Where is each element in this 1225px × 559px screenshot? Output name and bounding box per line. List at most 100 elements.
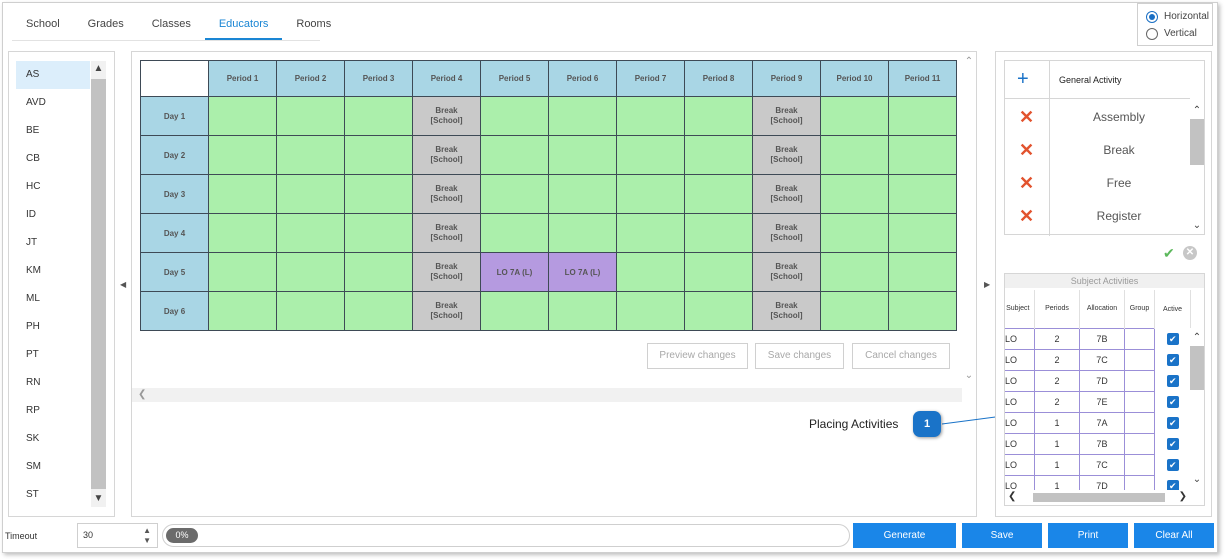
break-cell[interactable]: Break [School] [412, 252, 481, 292]
scroll-right-icon[interactable]: ❯ [1179, 491, 1187, 502]
empty-slot[interactable] [888, 174, 957, 214]
educator-item[interactable]: ST [16, 481, 90, 509]
clear-all-button[interactable]: Clear All [1134, 523, 1214, 548]
empty-slot[interactable] [820, 291, 889, 331]
tab-grades[interactable]: Grades [74, 8, 138, 40]
educator-item[interactable]: BE [16, 117, 90, 145]
empty-slot[interactable] [616, 96, 685, 136]
educator-item[interactable]: RP [16, 397, 90, 425]
table-row[interactable]: LO 2 7B ✔ [1005, 327, 1191, 350]
column-header[interactable]: Subject [1005, 290, 1035, 328]
break-cell[interactable]: Break [School] [412, 213, 481, 253]
empty-slot[interactable] [344, 291, 413, 331]
save-changes-button[interactable]: Save changes [755, 343, 844, 369]
educator-item[interactable]: HC [16, 173, 90, 201]
column-header[interactable]: Allocation [1079, 290, 1125, 328]
educator-item[interactable]: RN [16, 369, 90, 397]
scroll-down-icon[interactable]: ⌄ [1190, 474, 1204, 486]
empty-slot[interactable] [276, 252, 345, 292]
general-activity-item[interactable]: ✕ Assembly [1005, 101, 1190, 134]
empty-slot[interactable] [820, 96, 889, 136]
confirm-check-icon[interactable]: ✔ [1163, 245, 1175, 262]
educator-scroll-thumb[interactable] [91, 79, 106, 489]
empty-slot[interactable] [616, 213, 685, 253]
remove-activity-icon[interactable]: ✕ [1019, 140, 1034, 160]
break-cell[interactable]: Break [School] [752, 252, 821, 292]
empty-slot[interactable] [480, 213, 549, 253]
print-button[interactable]: Print [1048, 523, 1128, 548]
collapse-left-icon[interactable]: ◀ [120, 280, 126, 289]
empty-slot[interactable] [208, 252, 277, 292]
empty-slot[interactable] [684, 252, 753, 292]
empty-slot[interactable] [480, 96, 549, 136]
timeout-stepper[interactable]: 30 ▲ ▼ [77, 523, 158, 548]
break-cell[interactable]: Break [School] [752, 213, 821, 253]
scroll-up-icon[interactable]: ⌃ [1190, 332, 1204, 344]
empty-slot[interactable] [820, 213, 889, 253]
empty-slot[interactable] [684, 213, 753, 253]
empty-slot[interactable] [480, 291, 549, 331]
remove-activity-icon[interactable]: ✕ [1019, 173, 1034, 193]
empty-slot[interactable] [208, 174, 277, 214]
orientation-vertical[interactable]: Vertical [1146, 25, 1212, 42]
empty-slot[interactable] [888, 252, 957, 292]
empty-slot[interactable] [208, 96, 277, 136]
empty-slot[interactable] [276, 174, 345, 214]
collapse-right-icon[interactable]: ▶ [984, 280, 990, 289]
empty-slot[interactable] [548, 135, 617, 175]
save-button[interactable]: Save [962, 523, 1042, 548]
table-row[interactable]: LO 2 7D ✔ [1005, 369, 1191, 392]
sa-hscrollbar[interactable]: ❮ ❯ [1005, 490, 1190, 505]
stepper-down-icon[interactable]: ▼ [143, 536, 151, 545]
educator-item[interactable]: PH [16, 313, 90, 341]
preview-changes-button[interactable]: Preview changes [647, 343, 748, 369]
general-activity-item[interactable]: ✕ Break [1005, 134, 1190, 167]
empty-slot[interactable] [548, 291, 617, 331]
educator-item[interactable]: CB [16, 145, 90, 173]
scroll-up-icon[interactable]: ⌃ [962, 56, 976, 68]
generate-button[interactable]: Generate [853, 523, 956, 548]
empty-slot[interactable] [820, 135, 889, 175]
active-checkbox[interactable]: ✔ [1166, 395, 1179, 408]
scroll-down-icon[interactable]: ▼ [91, 493, 106, 505]
ga-scroll-thumb[interactable] [1190, 119, 1204, 165]
activity-cell[interactable]: LO 7A (L) [480, 252, 549, 292]
scroll-down-icon[interactable]: ⌄ [962, 370, 976, 382]
radio-vertical[interactable] [1146, 27, 1158, 40]
empty-slot[interactable] [888, 213, 957, 253]
active-checkbox[interactable]: ✔ [1166, 437, 1179, 450]
educator-item[interactable]: AVD [16, 89, 90, 117]
general-activity-item[interactable]: ✕ Register [1005, 200, 1190, 233]
empty-slot[interactable] [820, 252, 889, 292]
empty-slot[interactable] [208, 213, 277, 253]
scroll-left-icon[interactable]: ❮ [138, 389, 146, 400]
timetable-vscrollbar[interactable]: ⌃ ⌄ [962, 52, 976, 388]
empty-slot[interactable] [276, 291, 345, 331]
break-cell[interactable]: Break [School] [412, 96, 481, 136]
break-cell[interactable]: Break [School] [412, 174, 481, 214]
educator-item[interactable]: JT [16, 229, 90, 257]
empty-slot[interactable] [684, 291, 753, 331]
educator-scrollbar[interactable]: ▲ ▼ [91, 61, 106, 507]
remove-activity-icon[interactable]: ✕ [1019, 107, 1034, 127]
table-row[interactable]: LO 2 7E ✔ [1005, 390, 1191, 413]
column-header[interactable]: Active [1154, 290, 1191, 328]
table-row[interactable]: LO 2 7C ✔ [1005, 348, 1191, 371]
scroll-up-icon[interactable]: ▲ [91, 63, 106, 75]
stepper-up-icon[interactable]: ▲ [143, 526, 151, 535]
empty-slot[interactable] [616, 252, 685, 292]
break-cell[interactable]: Break [School] [752, 96, 821, 136]
tab-rooms[interactable]: Rooms [282, 8, 345, 40]
educator-item[interactable]: AS [16, 61, 90, 89]
empty-slot[interactable] [616, 135, 685, 175]
empty-slot[interactable] [684, 135, 753, 175]
empty-slot[interactable] [888, 135, 957, 175]
educator-item[interactable]: PT [16, 341, 90, 369]
empty-slot[interactable] [888, 291, 957, 331]
timetable-hscrollbar[interactable]: ❮ [132, 388, 962, 402]
empty-slot[interactable] [548, 96, 617, 136]
tab-classes[interactable]: Classes [138, 8, 205, 40]
educator-item[interactable]: SM [16, 453, 90, 481]
empty-slot[interactable] [208, 291, 277, 331]
scroll-up-icon[interactable]: ⌃ [1190, 105, 1204, 117]
